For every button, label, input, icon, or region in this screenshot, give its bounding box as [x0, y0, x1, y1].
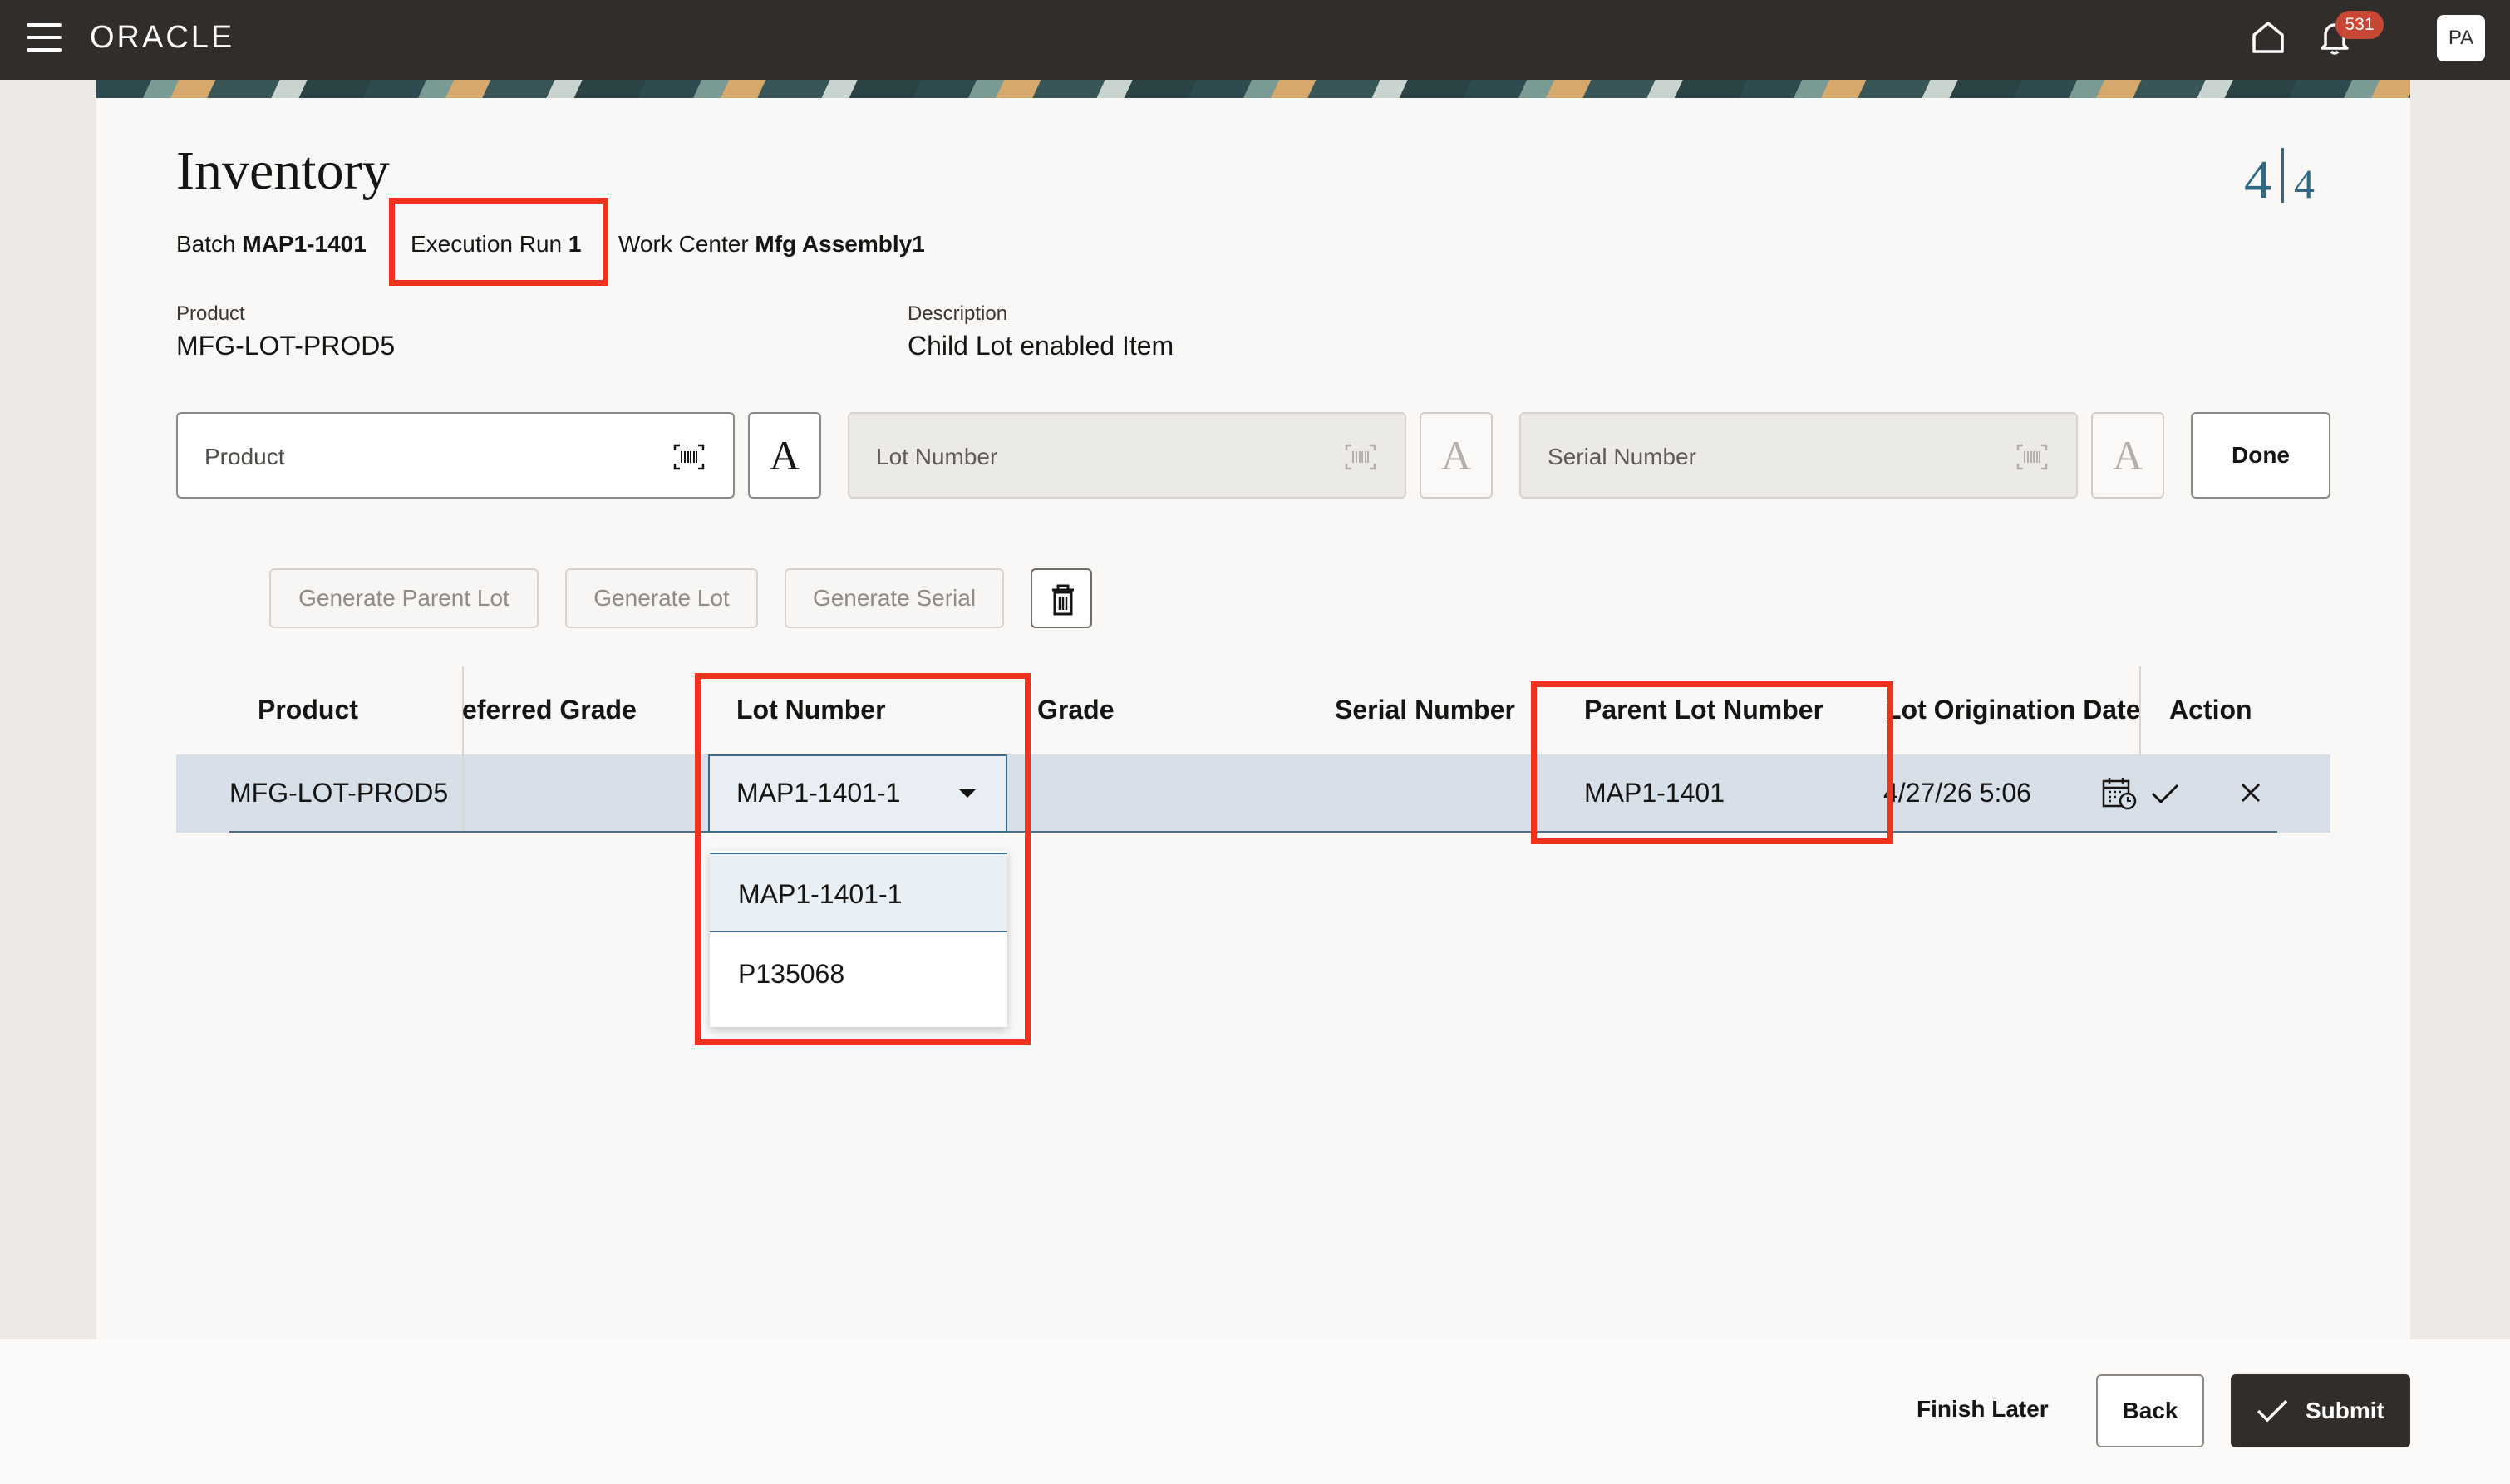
oracle-logo: ORACLE — [90, 20, 235, 55]
batch-value: MAP1-1401 — [242, 231, 367, 257]
barcode-scan-icon[interactable] — [673, 444, 705, 470]
row-underline — [229, 831, 2277, 833]
top-bar: ORACLE 531 PA — [0, 0, 2510, 80]
check-icon — [2257, 1399, 2288, 1423]
barcode-scan-icon[interactable] — [1345, 444, 1376, 470]
work-center-label: Work Center — [618, 231, 749, 257]
product-value: MFG-LOT-PROD5 — [176, 331, 396, 361]
done-button[interactable]: Done — [2191, 412, 2330, 499]
header-grade: Grade — [1037, 695, 1115, 725]
row-product: MFG-LOT-PROD5 — [229, 778, 449, 808]
batch-info: Batch MAP1-1401 — [176, 231, 367, 258]
highlight-execution-run — [389, 198, 608, 286]
back-button[interactable]: Back — [2096, 1374, 2204, 1447]
work-center-info: Work Center Mfg Assembly1 — [618, 231, 925, 258]
trash-icon — [1052, 584, 1074, 616]
header-lot-origination-date: Lot Origination Date — [1885, 695, 2141, 725]
description-value: Child Lot enabled Item — [908, 331, 1174, 361]
home-icon[interactable] — [2249, 18, 2287, 57]
left-margin — [0, 80, 96, 1339]
user-avatar[interactable]: PA — [2437, 15, 2485, 61]
generate-lot-button[interactable]: Generate Lot — [565, 568, 758, 628]
close-icon[interactable] — [2239, 781, 2262, 804]
header-serial-number: Serial Number — [1335, 695, 1515, 725]
generate-parent-lot-button[interactable]: Generate Parent Lot — [269, 568, 539, 628]
description-label: Description — [908, 302, 1008, 325]
lot-number-scan-placeholder: Lot Number — [876, 444, 998, 469]
submit-label: Submit — [2306, 1398, 2384, 1423]
step-total: 4 — [2294, 160, 2315, 207]
header-product: Product — [258, 695, 358, 725]
product-scan-placeholder: Product — [204, 444, 285, 469]
highlight-parent-lot-number — [1531, 681, 1893, 844]
finish-later-button[interactable]: Finish Later — [1917, 1396, 2049, 1423]
serial-number-scan-placeholder: Serial Number — [1548, 444, 1696, 469]
notification-badge[interactable]: 531 — [2335, 11, 2384, 39]
calendar-clock-icon[interactable] — [2101, 776, 2138, 811]
step-indicator: 44 — [2244, 148, 2315, 212]
header-preferred-grade: eferred Grade — [462, 695, 637, 725]
generate-serial-button[interactable]: Generate Serial — [785, 568, 1004, 628]
decorative-banner — [96, 80, 2410, 98]
lot-keyboard-button[interactable]: A — [1420, 412, 1493, 499]
check-icon[interactable] — [2149, 781, 2181, 806]
serial-number-scan-input[interactable]: Serial Number — [1519, 412, 2078, 499]
step-current: 4 — [2244, 150, 2271, 210]
lot-number-scan-input[interactable]: Lot Number — [848, 412, 1406, 499]
batch-label: Batch — [176, 231, 236, 257]
row-origination-date[interactable]: 4/27/26 5:06 — [1883, 778, 2091, 808]
product-label: Product — [176, 302, 245, 325]
menu-icon[interactable] — [27, 23, 62, 53]
header-action: Action — [2169, 695, 2252, 725]
submit-button[interactable]: Submit — [2231, 1374, 2410, 1447]
highlight-lot-number — [695, 673, 1031, 1045]
serial-keyboard-button[interactable]: A — [2091, 412, 2164, 499]
product-keyboard-button[interactable]: A — [748, 412, 821, 499]
barcode-scan-icon[interactable] — [2016, 444, 2048, 470]
work-center-value: Mfg Assembly1 — [755, 231, 925, 257]
page-title: Inventory — [176, 140, 390, 201]
column-divider — [462, 754, 464, 833]
right-margin — [2410, 80, 2510, 1339]
delete-button[interactable] — [1031, 568, 1092, 628]
product-scan-input[interactable]: Product — [176, 412, 735, 499]
